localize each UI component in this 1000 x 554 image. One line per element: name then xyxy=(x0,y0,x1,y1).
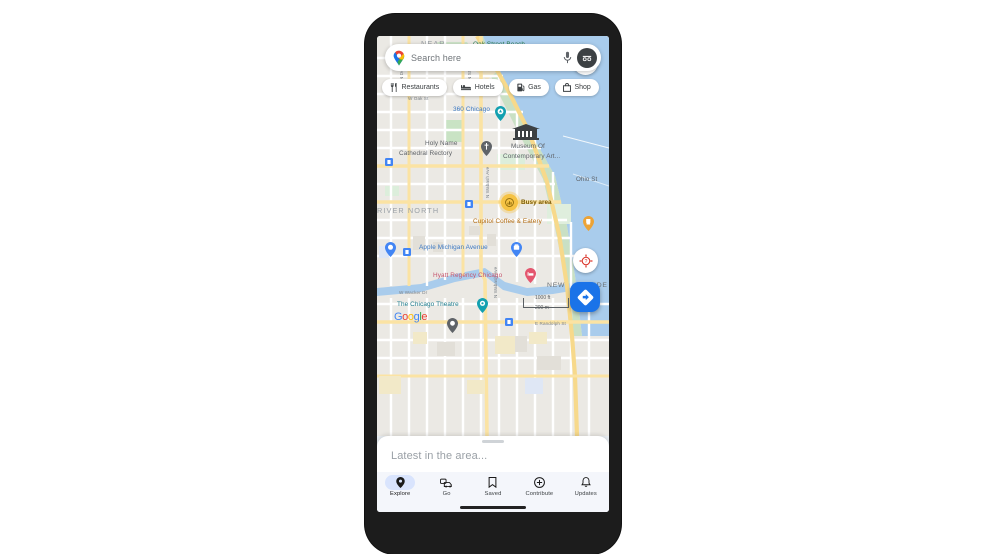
transit-marker-icon[interactable] xyxy=(465,200,473,208)
chip-gas[interactable]: Gas xyxy=(508,79,549,96)
nav-label: Contribute xyxy=(525,491,554,497)
map-pin-dark[interactable] xyxy=(447,318,458,333)
transit-marker-icon[interactable] xyxy=(385,158,393,166)
attraction-pin[interactable] xyxy=(495,106,506,121)
home-indicator xyxy=(460,506,526,509)
plus-circle-icon xyxy=(524,475,554,490)
restaurant-icon xyxy=(390,83,397,92)
shopping-bag-icon xyxy=(562,83,571,92)
search-input-placeholder[interactable]: Search here xyxy=(411,53,558,63)
museum-icon[interactable] xyxy=(511,124,541,142)
busy-chart-icon xyxy=(501,194,518,211)
phone-screen: 3:45 15 31 xyxy=(377,36,609,512)
directions-icon xyxy=(577,289,593,305)
transit-marker-icon[interactable] xyxy=(403,248,411,256)
scale-imperial: 1000 ft xyxy=(535,295,551,301)
my-location-button[interactable]: ? xyxy=(573,248,598,273)
svg-text:?: ? xyxy=(584,259,587,265)
busy-area-label: Busy area xyxy=(521,199,552,206)
commute-icon xyxy=(432,475,462,490)
my-location-icon: ? xyxy=(579,254,592,267)
church-pin[interactable] xyxy=(481,141,492,156)
screenshot-canvas: 3:45 15 31 xyxy=(0,0,1000,554)
nav-label: Updates xyxy=(574,491,597,497)
busy-area-badge[interactable]: Busy area xyxy=(501,194,552,211)
nav-item-saved[interactable]: Saved xyxy=(471,475,515,497)
store-pin[interactable] xyxy=(511,242,522,257)
chip-hotels[interactable]: Hotels xyxy=(453,79,503,96)
scale-metric: 200 m xyxy=(535,305,549,311)
theatre-pin[interactable] xyxy=(477,298,488,313)
gas-pump-icon xyxy=(516,83,524,92)
bottom-sheet-title: Latest in the area... xyxy=(391,450,488,462)
microphone-icon[interactable] xyxy=(563,51,572,64)
hotel-bed-icon xyxy=(461,84,472,90)
chip-shop[interactable]: Shop xyxy=(554,79,599,96)
nav-item-go[interactable]: Go xyxy=(425,475,469,497)
bookmark-icon xyxy=(478,475,508,490)
map-scale-bar: 1000 ft 200 m xyxy=(523,295,569,311)
nav-label: Go xyxy=(442,491,451,497)
category-chips: Restaurants Hotels Gas Shop xyxy=(382,78,609,97)
chip-restaurants[interactable]: Restaurants xyxy=(382,79,448,96)
search-bar-container: Search here xyxy=(385,44,601,71)
chip-label: Gas xyxy=(528,84,541,91)
account-avatar-icon[interactable] xyxy=(577,47,597,68)
nav-item-explore[interactable]: Explore xyxy=(378,475,422,497)
transit-marker-icon[interactable] xyxy=(505,318,513,326)
coffee-pin[interactable] xyxy=(583,216,594,231)
chip-label: Hotels xyxy=(474,84,495,91)
google-logo: Google xyxy=(394,311,428,323)
map-pin-generic[interactable] xyxy=(385,242,396,257)
bottom-sheet[interactable]: Latest in the area... Explore Go Saved C… xyxy=(377,436,609,512)
google-maps-pin-icon xyxy=(393,50,405,65)
drag-handle[interactable] xyxy=(482,440,504,443)
search-bar[interactable]: Search here xyxy=(385,44,601,71)
chip-label: Restaurants xyxy=(401,84,440,91)
location-pin-icon xyxy=(385,475,416,490)
nav-item-contribute[interactable]: Contribute xyxy=(517,475,561,497)
phone-device-frame: 3:45 15 31 xyxy=(365,14,621,554)
directions-button[interactable] xyxy=(570,282,600,312)
nav-label: Explore xyxy=(390,491,411,497)
chip-label: Shop xyxy=(574,84,591,91)
bell-icon xyxy=(571,475,601,490)
nav-item-updates[interactable]: Updates xyxy=(564,475,608,497)
hotel-pin[interactable] xyxy=(525,268,536,283)
nav-label: Saved xyxy=(484,491,502,497)
